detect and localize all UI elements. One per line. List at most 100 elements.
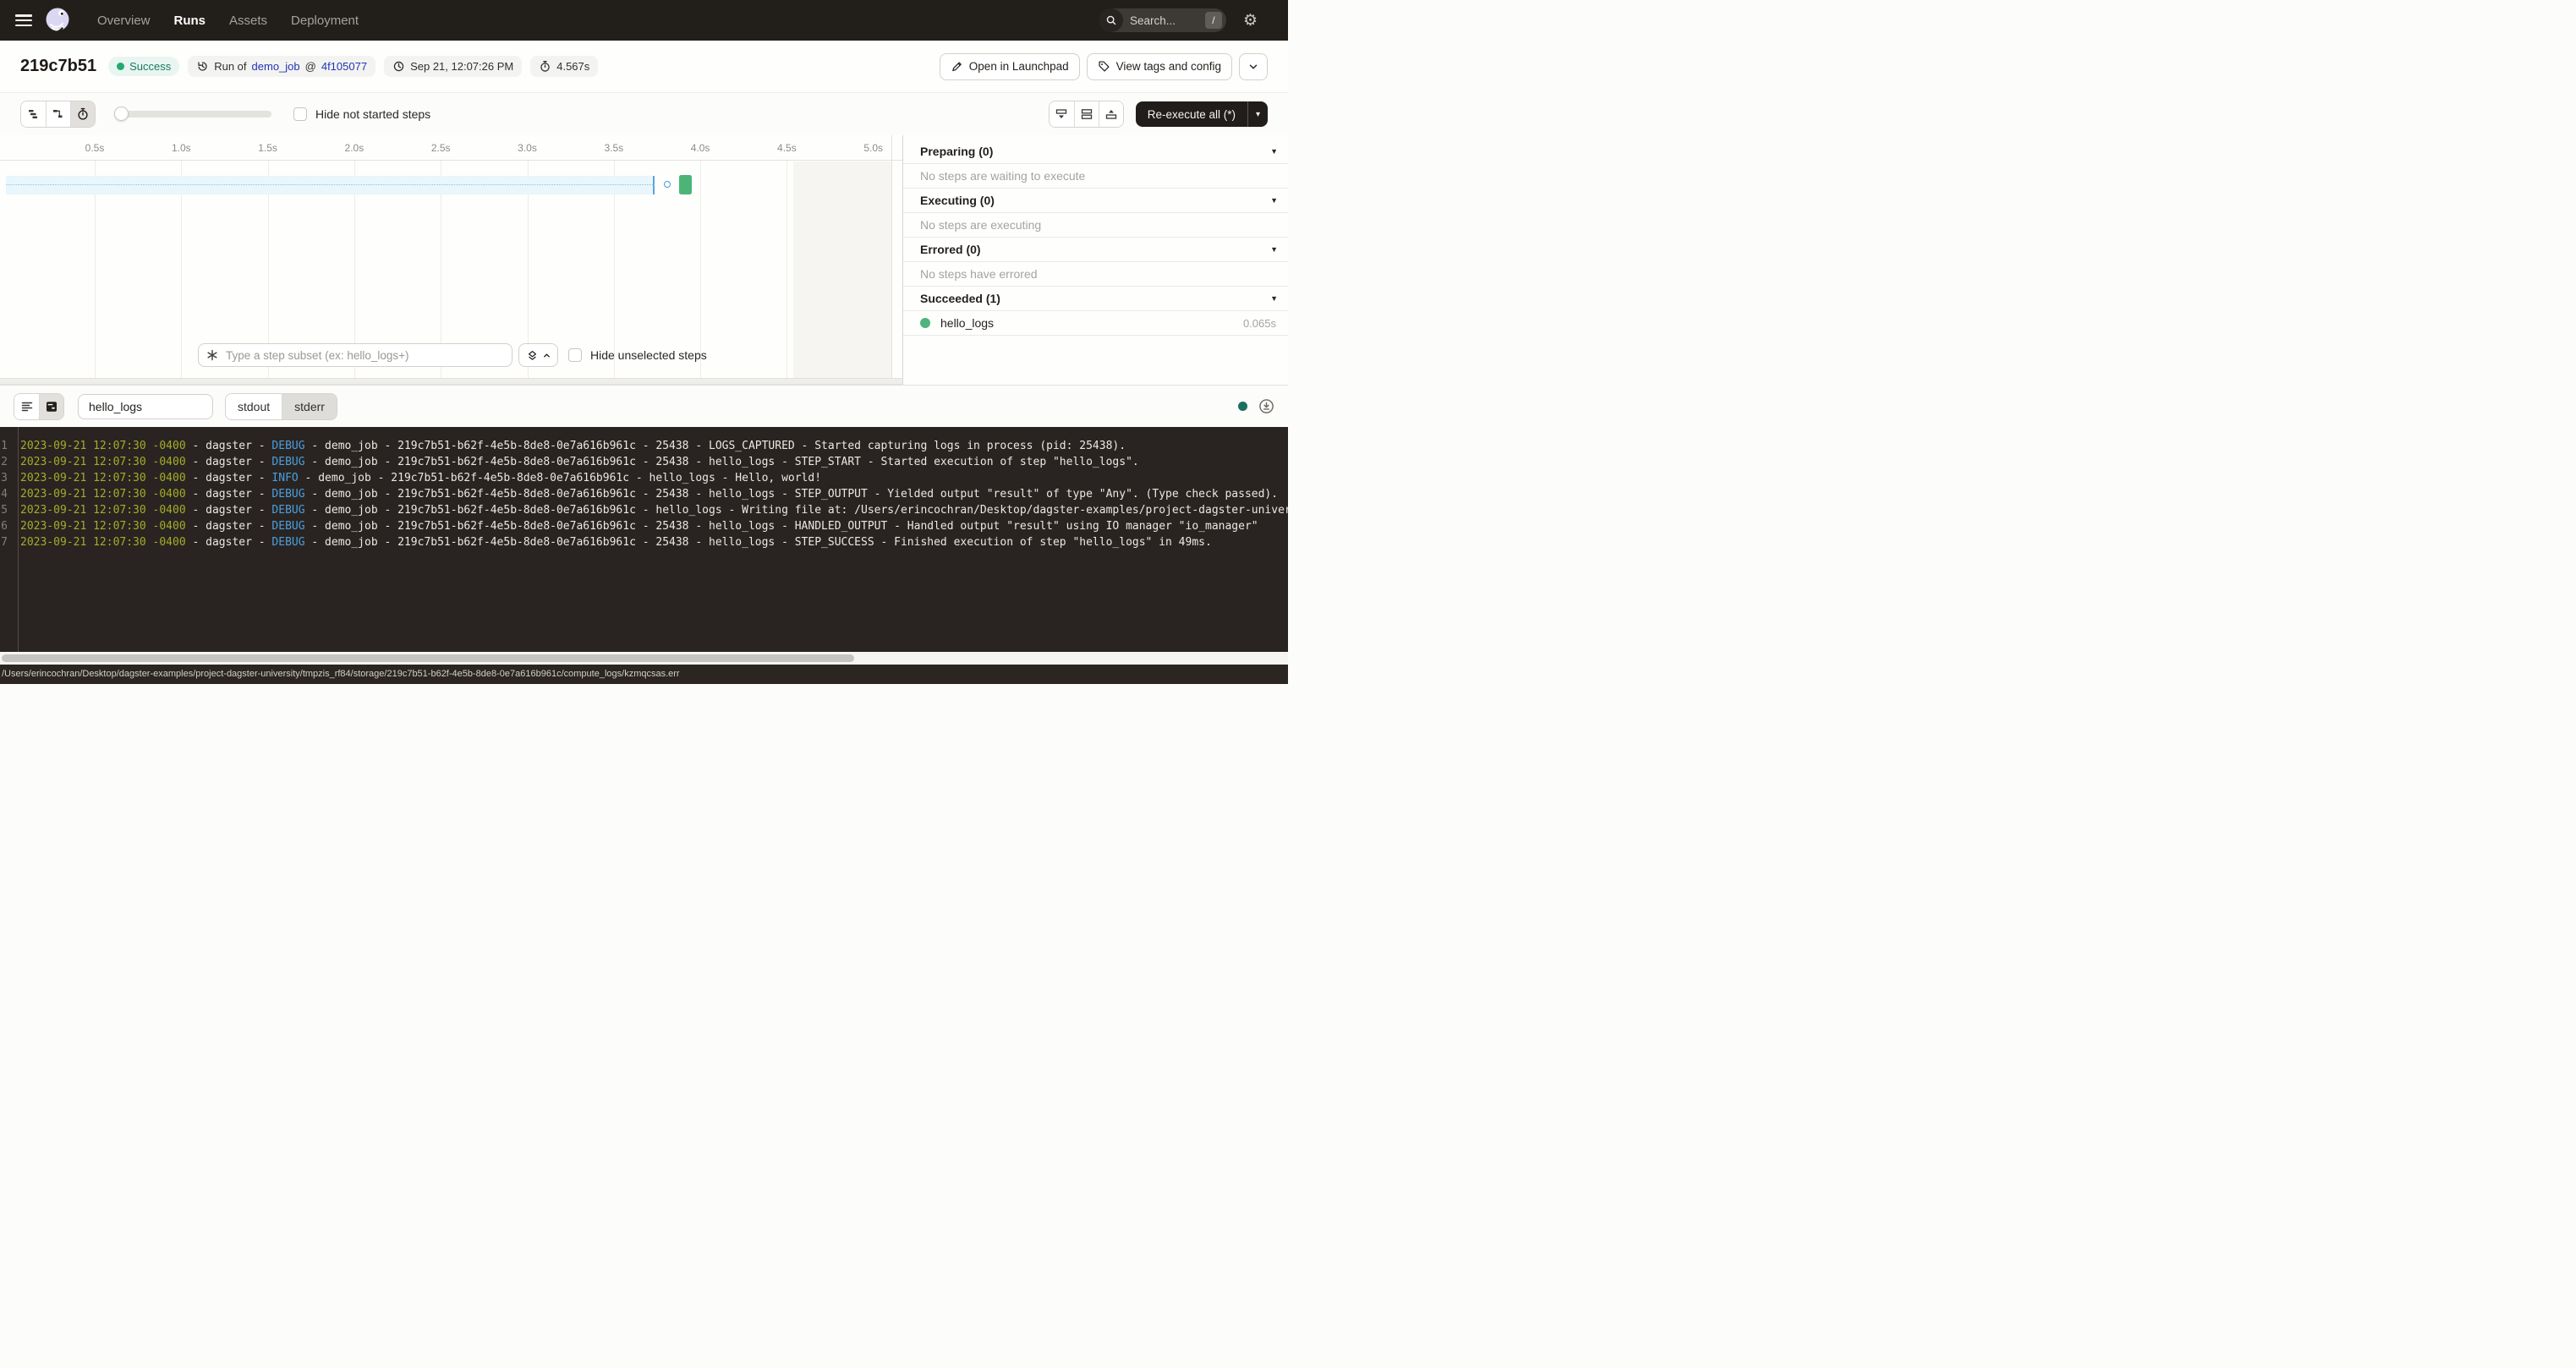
gantt-zoom-slider (116, 101, 271, 127)
axis-tick-label: 0.5s (85, 142, 105, 154)
step-waiting-band (6, 176, 655, 194)
hide-unselected-checkline: Hide unselected steps (568, 348, 707, 362)
history-icon (196, 60, 209, 73)
step-success-dot (920, 318, 930, 328)
list-icon (20, 400, 34, 413)
panel-section-executing[interactable]: Executing (0) ▼ (903, 189, 1288, 213)
at-separator: @ (305, 60, 316, 73)
panel-layout-group (1049, 101, 1124, 128)
axis-tick-label: 5.0s (863, 142, 883, 154)
tag-icon (1098, 60, 1110, 73)
section-title: Errored (0) (920, 243, 981, 256)
split-panels-icon (1080, 107, 1093, 121)
hide-not-started-label: Hide not started steps (315, 107, 430, 121)
reexecute-all-button[interactable]: Re-execute all (*) (1136, 101, 1247, 127)
timestamp-tag: Sep 21, 12:07:26 PM (384, 56, 522, 77)
menu-icon[interactable] (15, 14, 32, 26)
run-of-label: Run of (214, 60, 246, 73)
gear-icon[interactable]: ⚙ (1243, 13, 1258, 29)
timestamp-label: Sep 21, 12:07:26 PM (410, 60, 513, 73)
section-title: Executing (0) (920, 194, 995, 207)
chevron-down-icon: ▼ (1270, 294, 1278, 303)
gantt-view-waterfall-button[interactable] (46, 101, 70, 127)
log-file-path-statusbar: /Users/erincochran/Desktop/dagster-examp… (0, 665, 1288, 684)
stdout-stderr-tabs: stdout stderr (225, 393, 337, 420)
panel-splitter-handle[interactable] (0, 378, 902, 385)
search-input[interactable]: Search... / (1099, 8, 1226, 32)
log-view-structured-button[interactable] (14, 394, 39, 419)
download-icon[interactable] (1258, 398, 1274, 414)
zoom-slider-knob[interactable] (114, 107, 129, 121)
graph-query-toggle-button[interactable] (518, 343, 558, 367)
search-shortcut-badge: / (1205, 12, 1222, 29)
step-subset-input[interactable] (198, 343, 512, 367)
log-view-raw-button[interactable] (39, 394, 63, 419)
zoom-slider-track[interactable] (116, 111, 271, 118)
log-view-mode-group (14, 393, 64, 420)
chevron-down-icon (1247, 61, 1259, 73)
panel-empty-message: No steps are executing (903, 213, 1288, 238)
dagster-logo[interactable] (43, 6, 72, 35)
log-line: 32023-09-21 12:07:30 -0400 - dagster - I… (0, 470, 1288, 486)
top-nav: Overview Runs Assets Deployment Search..… (0, 0, 1288, 41)
tab-stdout[interactable]: stdout (226, 394, 282, 419)
log-lines: 12023-09-21 12:07:30 -0400 - dagster - D… (0, 438, 1288, 550)
view-tags-config-button[interactable]: View tags and config (1087, 53, 1232, 80)
gantt-view-mode-group (20, 101, 96, 128)
gantt-view-timed-button[interactable] (70, 101, 95, 127)
nav-deployment[interactable]: Deployment (291, 14, 359, 28)
nav-overview[interactable]: Overview (97, 14, 151, 28)
gantt-view-flat-button[interactable] (21, 101, 46, 127)
log-gutter-divider (18, 427, 19, 652)
duration-label: 4.567s (556, 60, 589, 73)
hide-unselected-checkbox[interactable] (568, 348, 582, 362)
open-in-launchpad-button[interactable]: Open in Launchpad (940, 53, 1080, 80)
chevron-up-icon (542, 351, 551, 360)
horizontal-scrollbar-thumb[interactable] (2, 654, 854, 662)
log-line: 72023-09-21 12:07:30 -0400 - dagster - D… (0, 534, 1288, 550)
panel-section-succeeded[interactable]: Succeeded (1) ▼ (903, 287, 1288, 311)
split-panels-button[interactable] (1074, 101, 1099, 127)
axis-tick-label: 2.0s (345, 142, 364, 154)
expand-top-panel-button[interactable] (1099, 101, 1123, 127)
job-link[interactable]: demo_job (252, 60, 300, 73)
collapse-bottom-panel-button[interactable] (1050, 101, 1074, 127)
log-output: 12023-09-21 12:07:30 -0400 - dagster - D… (0, 427, 1288, 652)
step-execution-bar[interactable] (679, 175, 692, 194)
nav-runs[interactable]: Runs (174, 14, 206, 28)
pencil-icon (951, 60, 963, 73)
more-run-actions-button[interactable] (1239, 53, 1268, 80)
tab-stderr[interactable]: stderr (282, 394, 337, 419)
layers-icon (526, 349, 539, 362)
panel-section-errored[interactable]: Errored (0) ▼ (903, 238, 1288, 262)
step-name: hello_logs (940, 316, 994, 330)
step-subset-wrap (198, 343, 512, 367)
nav-assets[interactable]: Assets (229, 14, 267, 28)
panel-expand-up-icon (1104, 107, 1118, 121)
chevron-down-icon: ▼ (1270, 147, 1278, 156)
axis-tick-label: 1.0s (172, 142, 191, 154)
panel-collapse-down-icon (1055, 107, 1068, 121)
step-marker-circle (664, 181, 671, 188)
panel-section-preparing[interactable]: Preparing (0) ▼ (903, 140, 1288, 164)
hide-not-started-checkbox[interactable] (293, 107, 307, 121)
log-step-filter-input[interactable] (78, 394, 213, 419)
log-toolbar-right (1238, 398, 1274, 414)
success-dot-icon (117, 63, 124, 70)
chevron-down-icon: ▼ (1270, 196, 1278, 205)
dagster-octopus-icon (43, 6, 72, 35)
step-waiting-dotted-line (6, 184, 655, 185)
axis-tick-label: 3.5s (604, 142, 623, 154)
panel-step-row[interactable]: hello_logs 0.065s (903, 311, 1288, 336)
reexecute-options-caret[interactable]: ▾ (1247, 101, 1268, 127)
log-line: 62023-09-21 12:07:30 -0400 - dagster - D… (0, 518, 1288, 534)
waterfall-view-icon (52, 107, 65, 121)
run-body: 0.5s1.0s1.5s2.0s2.5s3.0s3.5s4.0s4.5s5.0s (0, 135, 1288, 385)
hide-not-started-checkline: Hide not started steps (293, 107, 430, 121)
gantt-chart: 0.5s1.0s1.5s2.0s2.5s3.0s3.5s4.0s4.5s5.0s (0, 135, 903, 385)
log-capture-status-dot (1238, 402, 1247, 411)
duration-tag: 4.567s (530, 56, 598, 77)
clock-icon (392, 60, 405, 73)
gantt-axis: 0.5s1.0s1.5s2.0s2.5s3.0s3.5s4.0s4.5s5.0s (0, 135, 902, 161)
commit-link[interactable]: 4f105077 (321, 60, 367, 73)
